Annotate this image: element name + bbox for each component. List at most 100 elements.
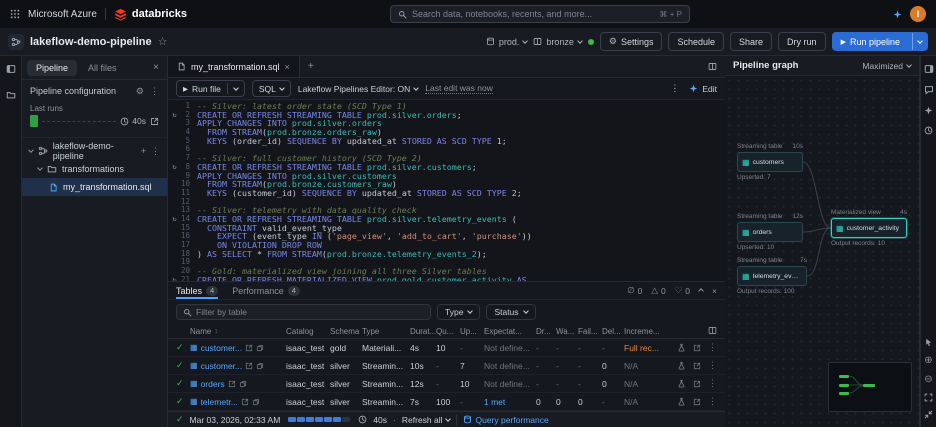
open-icon[interactable] [693,344,701,352]
filter-table-input[interactable]: Filter by table [176,304,431,320]
collapse-panel-icon[interactable] [698,288,704,294]
tree-node-folder[interactable]: transformations [22,160,167,178]
language-select[interactable]: SQL [251,80,291,97]
copy-icon[interactable] [256,344,264,352]
open-icon[interactable] [245,344,253,352]
toggle-right-panel-icon[interactable] [924,64,934,74]
share-button[interactable]: Share [730,32,773,51]
code-line[interactable]: 11 KEYS (customer_id) SEQUENCE BY update… [168,188,725,198]
split-view-icon[interactable] [708,62,717,71]
code-line[interactable]: 5 KEYS (order_id) SEQUENCE BY updated_at… [168,136,725,146]
run-bar[interactable] [30,115,38,127]
run-pipeline-button[interactable]: ▶ Run pipeline [831,32,928,51]
settings-button[interactable]: ⚙ Settings [599,32,663,51]
table-row[interactable]: ✓ ▦ customer... isaac_test gold Materiali... 4… [168,339,725,357]
kebab-icon[interactable]: ⋮ [708,378,717,389]
copy-icon[interactable] [239,380,247,388]
query-performance-link[interactable]: Query performance [463,415,549,425]
add-icon[interactable]: + [141,146,146,157]
kebab-icon[interactable]: ⋮ [708,360,717,371]
run-duration-chip[interactable]: 40s [120,116,146,126]
graph-canvas[interactable]: Streaming table 10s ▦ customers Upserted: 7 S… [725,76,919,427]
graph-node-customers[interactable]: Streaming table 10s ▦ customers Upserted: 7 [737,143,803,181]
graph-minimap[interactable] [828,362,912,412]
gear-icon[interactable]: ⚙ [136,86,144,97]
graph-node-customer_activity[interactable]: Materialized view 4s ▦ customer_activity Out… [831,209,907,247]
column-header[interactable]: Del... [602,327,624,336]
open-runs-icon[interactable] [150,117,159,126]
edit-button[interactable]: Edit [689,84,717,94]
column-header[interactable]: Wa... [556,327,578,336]
editor-tab[interactable]: my_transformation.sql × [168,56,300,77]
status-filter-select[interactable]: Status [486,304,536,320]
run-file-button[interactable]: ▶ Run file [176,80,245,97]
cell-name[interactable]: ▦ orders [190,379,286,389]
column-header[interactable]: Qu... [436,327,460,336]
open-icon[interactable] [693,380,701,388]
favorite-star-icon[interactable]: ☆ [158,35,168,48]
default-schema-select[interactable]: bronze [533,37,583,47]
zoom-in-icon[interactable]: ⊕ [924,355,932,366]
kebab-icon[interactable]: ⋮ [151,146,160,157]
new-tab-icon[interactable]: + [300,56,322,77]
open-icon[interactable] [228,380,236,388]
tab-all-files[interactable]: All files [79,60,126,76]
toggle-sidebar-icon[interactable] [6,64,16,74]
pointer-tool-icon[interactable] [924,338,933,347]
zoom-out-icon[interactable]: ⊖ [924,374,932,385]
cell-name[interactable]: ▦ telemetr... [190,397,286,407]
history-icon[interactable] [924,126,933,135]
table-row[interactable]: ✓ ▦ orders isaac_test silver Streamin... 12s -1… [168,375,725,393]
table-row[interactable]: ✓ ▦ telemetr... isaac_test silver Streamin...… [168,393,725,411]
cell-name[interactable]: ▦ customer... [190,361,286,371]
tab-performance[interactable]: Performance 4 [232,282,300,299]
schedule-button[interactable]: Schedule [668,32,725,51]
quality-flask-icon[interactable] [677,379,686,388]
pipelines-editor-toggle[interactable]: Lakeflow Pipelines Editor: ON [298,84,420,94]
kebab-icon[interactable]: ⋮ [150,86,159,97]
column-header[interactable]: Dr... [536,327,556,336]
workspace-files-icon[interactable] [6,90,16,100]
cell-name[interactable]: ▦ customer... [190,343,286,353]
kebab-icon[interactable]: ⋮ [708,342,717,353]
column-header[interactable]: Catalog [286,327,330,336]
graph-view-mode-select[interactable]: Maximized [862,61,912,71]
column-header[interactable]: Schema [330,327,362,336]
assistant-icon[interactable] [893,10,902,19]
kebab-icon[interactable]: ⋮ [708,396,717,407]
comments-icon[interactable] [924,85,934,95]
close-panel-icon[interactable]: × [153,62,162,73]
quality-flask-icon[interactable] [677,397,686,406]
global-search-input[interactable]: Search data, notebooks, recents, and mor… [389,5,690,23]
table-name-link[interactable]: orders [201,379,225,389]
close-panel-icon[interactable]: × [712,286,717,296]
column-header[interactable]: Expectat... [484,327,536,336]
waffle-menu-icon[interactable] [10,9,20,19]
databricks-wordmark[interactable]: databricks [132,8,187,20]
run-pipeline-caret[interactable] [912,33,927,50]
table-name-link[interactable]: customer... [201,361,243,371]
table-name-link[interactable]: telemetr... [201,397,238,407]
tree-node-root[interactable]: lakeflow-demo-pipeline + ⋮ [22,141,167,161]
pipeline-configuration-row[interactable]: Pipeline configuration ⚙ ⋮ [22,80,167,102]
kebab-icon[interactable]: ⋮ [670,83,679,94]
type-filter-select[interactable]: Type [437,304,481,320]
copy-icon[interactable] [252,398,260,406]
databricks-logo[interactable] [114,8,127,21]
assistant-icon[interactable] [924,106,933,115]
column-header[interactable]: Increme... [624,327,672,336]
column-header[interactable]: Name ↕ [190,327,286,336]
tree-node-file[interactable]: my_transformation.sql [22,178,167,196]
column-header[interactable]: Up... [460,327,484,336]
graph-node-orders[interactable]: Streaming table 12s ▦ orders Upserted: 10 [737,213,803,251]
column-header[interactable]: Fail... [578,327,602,336]
last-edit-status[interactable]: Last edit was now [425,83,493,94]
columns-icon[interactable] [708,326,717,337]
code-area[interactable]: 1 -- Silver: latest order state (SCD Type… [168,100,725,281]
collapse-graph-icon[interactable] [924,410,933,419]
tab-tables[interactable]: Tables 4 [176,282,219,299]
open-icon[interactable] [241,398,249,406]
copy-icon[interactable] [256,362,264,370]
open-icon[interactable] [245,362,253,370]
column-header[interactable]: Type [362,327,410,336]
